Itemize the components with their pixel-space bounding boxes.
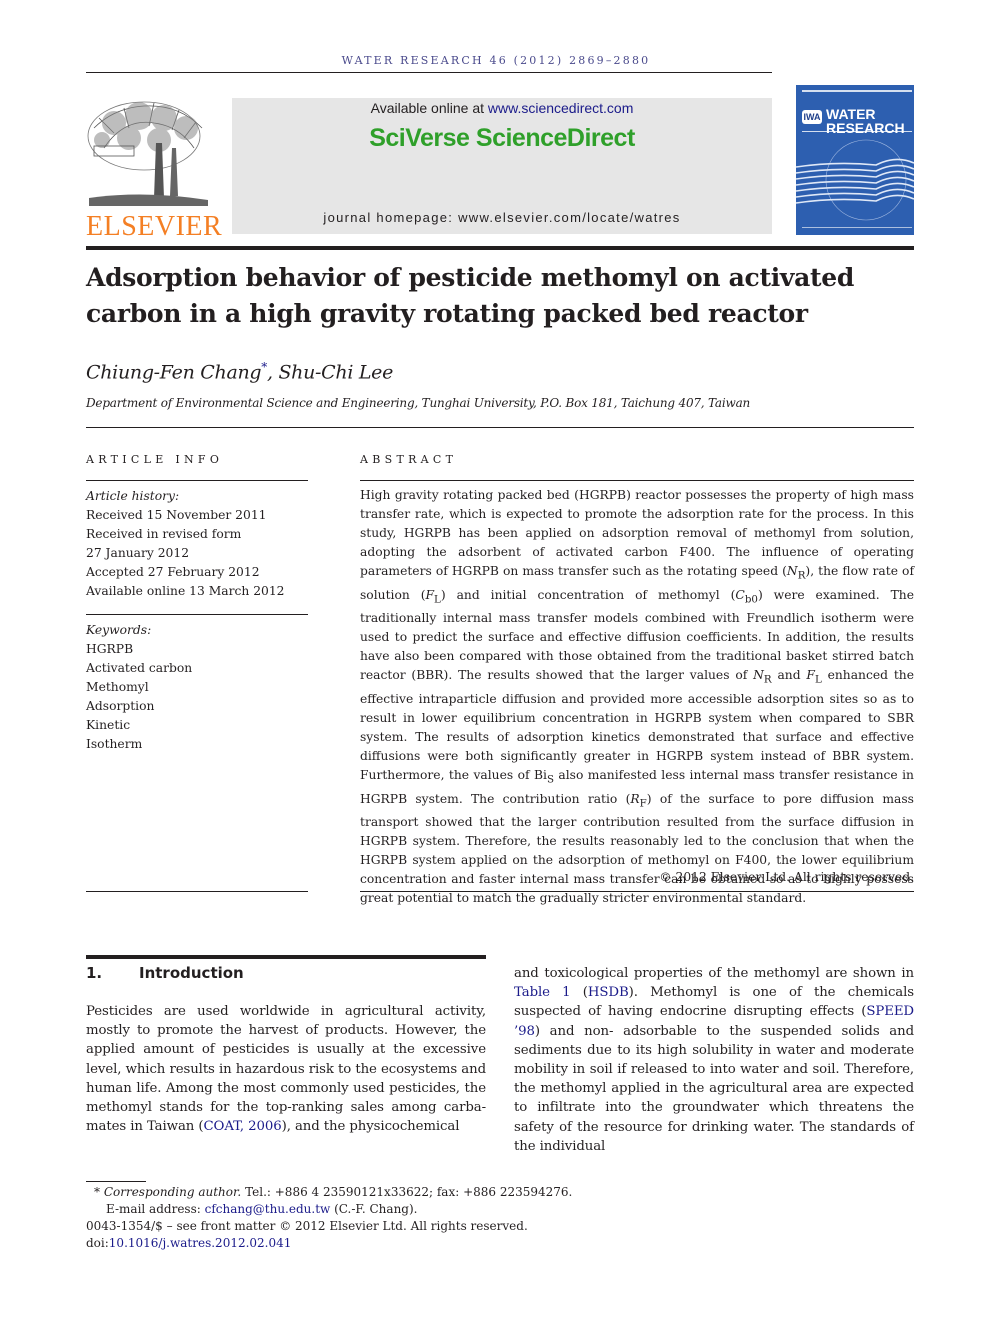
article-history: Article history: Received 15 November 20… [86,487,308,601]
sciencedirect-link[interactable]: www.sciencedirect.com [488,100,634,116]
footnote-mark: * [94,1185,100,1199]
symbol-nr: N [753,668,764,683]
issn-line: 0043-1354/$ – see front matter © 2012 El… [86,1219,528,1233]
paragraph-fragment: ( [570,985,588,1001]
available-online-line: Available online at www.sciencedirect.co… [232,100,772,116]
section-title: Introduction [139,964,244,982]
keyword: HGRPB [86,642,134,656]
article-history-label: Article history: [86,489,180,503]
doi-link[interactable]: 10.1016/j.watres.2012.02.041 [109,1236,292,1250]
section-heading: 1. Introduction [86,964,244,982]
intro-right-column: and toxicological properties of the meth… [514,964,914,1156]
corresponding-author-note: * Corresponding author. Tel.: +886 4 235… [86,1184,606,1201]
affiliation: Department of Environmental Science and … [86,396,751,410]
divider [360,480,914,481]
symbol-rf: R [630,791,640,806]
section-number: 1. [86,964,103,982]
symbol-cb0: C [735,587,745,602]
doi-line: doi:10.1016/j.watres.2012.02.041 [86,1235,606,1252]
keyword: Adsorption [86,699,155,713]
subscript: L [434,593,441,606]
table-link[interactable]: Table 1 [514,985,571,1000]
divider [86,891,308,892]
symbol-fl: F [806,668,815,683]
corresponding-label: Corresponding author. [103,1185,242,1199]
paragraph-fragment: ), and the physicochemical [281,1119,460,1135]
symbol-fl: F [425,587,435,602]
journal-homepage[interactable]: journal homepage: www.elsevier.com/locat… [232,210,772,225]
history-item: Accepted 27 February 2012 [86,565,260,579]
keyword: Kinetic [86,718,131,732]
abstract-text: High gravity rotating packed bed (HGRPB)… [360,486,914,908]
email-note: E-mail address: cfchang@thu.edu.tw (C.-F… [86,1201,606,1218]
author-list: Chiung-Fen Chang*, Shu-Chi Lee [86,360,393,383]
keyword: Methomyl [86,680,149,694]
paragraph-fragment: Pesticides are used worldwide in agricul… [86,1004,486,1135]
elsevier-wordmark: ELSEVIER [86,211,223,242]
article-title: Adsorption behavior of pesticide methomy… [86,263,855,328]
article-info-heading: ARTICLE INFO [86,453,224,466]
running-head: WATER RESEARCH 46 (2012) 2869–2880 [341,54,651,67]
email-link[interactable]: cfchang@thu.edu.tw [205,1202,331,1216]
email-suffix: (C.-F. Chang). [330,1202,418,1216]
sciverse-brand: SciVerse ScienceDirect [369,124,635,152]
author-name: Shu-Chi Lee [278,361,394,384]
subscript: L [814,673,822,686]
footnotes: * Corresponding author. Tel.: +886 4 235… [86,1184,606,1252]
journal-cover: IWA WATER RESEARCH [796,85,914,235]
section-rule [86,955,486,959]
abstract-fragment: and [771,668,807,683]
available-prefix: Available online at [370,100,488,116]
divider [86,427,914,428]
paragraph-fragment: and toxicological properties of the meth… [514,966,914,981]
footnote-rule [86,1181,146,1182]
abstract-copyright: © 2012 Elsevier Ltd. All rights reserved… [659,870,914,884]
author-name: Chiung-Fen Chang [86,361,262,384]
subscript: R [763,673,772,686]
citation-link[interactable]: HSDB [588,985,629,1000]
abstract-fragment: ) and initial concentration of methomyl … [440,587,736,602]
divider [86,480,308,481]
subscript: F [639,796,647,809]
citation-link[interactable]: COAT, 2006 [203,1119,281,1134]
doi-prefix: doi: [86,1236,109,1250]
header-thick-rule [86,246,914,250]
keywords: Keywords: HGRPB Activated carbon Methomy… [86,621,308,754]
abstract-fragment: enhanced the effective intraparticle dif… [360,668,914,783]
symbol-bi: Bi [533,768,547,783]
keyword: Activated carbon [86,661,193,675]
history-item: 27 January 2012 [86,546,190,560]
divider [360,891,914,892]
keyword: Isotherm [86,737,143,751]
contact-info: Tel.: +886 4 23590121x33622; fax: +886 2… [241,1185,573,1199]
author-separator: , [266,361,279,384]
tree-icon [87,101,208,206]
paragraph-fragment: ) and non- adsorbable to the suspended s… [514,1023,914,1154]
subscript: S [546,773,554,786]
abstract-fragment: ) of the surface to pore diffusion mass … [360,791,914,906]
wave-graphic-icon [796,90,914,228]
symbol-nr: N [786,564,798,579]
abstract-heading: ABSTRACT [360,453,458,466]
history-item: Received in revised form [86,527,242,541]
header-rule [86,72,772,73]
history-item: Received 15 November 2011 [86,508,267,522]
keywords-label: Keywords: [86,623,152,637]
divider [86,614,308,615]
intro-left-column: Pesticides are used worldwide in agricul… [86,1002,486,1136]
email-label: E-mail address: [106,1202,205,1216]
subscript: b0 [744,593,758,606]
history-item: Available online 13 March 2012 [86,584,285,598]
